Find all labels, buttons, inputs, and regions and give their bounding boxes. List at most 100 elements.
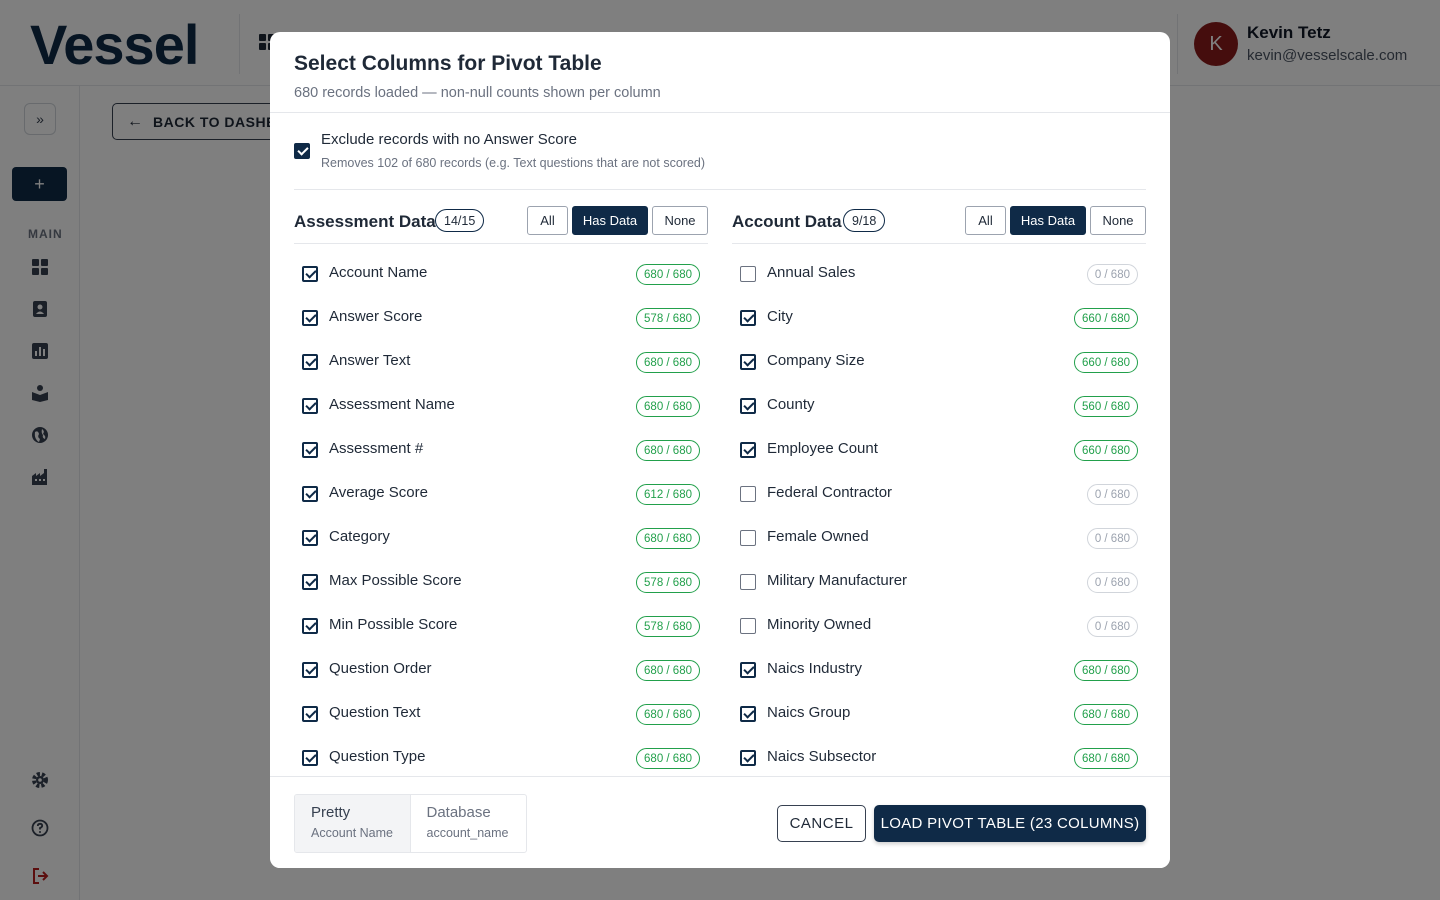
column-row[interactable]: Max Possible Score 578 / 680 — [294, 560, 708, 604]
section-header: Account Data 9/18 All Has Data None — [732, 206, 1146, 244]
column-checkbox[interactable] — [302, 398, 318, 414]
column-label[interactable]: City — [767, 308, 793, 325]
select-all-button[interactable]: All — [965, 206, 1006, 235]
column-checkbox[interactable] — [302, 354, 318, 370]
column-row[interactable]: Question Type 680 / 680 — [294, 736, 708, 776]
column-checkbox[interactable] — [740, 398, 756, 414]
column-row[interactable]: Minority Owned 0 / 680 — [732, 604, 1146, 648]
select-has-data-button[interactable]: Has Data — [1010, 206, 1086, 235]
column-row[interactable]: Assessment # 680 / 680 — [294, 428, 708, 472]
column-checkbox[interactable] — [302, 706, 318, 722]
column-label[interactable]: Assessment # — [329, 440, 423, 457]
column-label[interactable]: Answer Text — [329, 352, 410, 369]
select-none-button[interactable]: None — [652, 206, 708, 235]
column-row[interactable]: Average Score 612 / 680 — [294, 472, 708, 516]
column-row[interactable]: Answer Score 578 / 680 — [294, 296, 708, 340]
select-columns-dialog: Select Columns for Pivot Table 680 recor… — [270, 32, 1170, 868]
column-checkbox[interactable] — [740, 354, 756, 370]
column-label[interactable]: Naics Industry — [767, 660, 862, 677]
column-label[interactable]: Question Type — [329, 748, 425, 765]
column-label[interactable]: Answer Score — [329, 308, 422, 325]
column-row[interactable]: Question Text 680 / 680 — [294, 692, 708, 736]
column-label[interactable]: County — [767, 396, 815, 413]
column-label[interactable]: Company Size — [767, 352, 865, 369]
column-label[interactable]: Average Score — [329, 484, 428, 501]
column-checkbox[interactable] — [740, 310, 756, 326]
load-pivot-table-button[interactable]: LOAD PIVOT TABLE (23 COLUMNS) — [874, 805, 1146, 842]
exclude-no-score-checkbox[interactable] — [294, 143, 310, 159]
non-null-count-badge: 578 / 680 — [636, 572, 700, 593]
non-null-count-badge: 680 / 680 — [1074, 704, 1138, 725]
select-none-button[interactable]: None — [1090, 206, 1146, 235]
dialog-subtitle: 680 records loaded — non-null counts sho… — [294, 85, 661, 101]
column-row[interactable]: County 560 / 680 — [732, 384, 1146, 428]
column-row[interactable]: Naics Subsector 680 / 680 — [732, 736, 1146, 776]
column-label[interactable]: Min Possible Score — [329, 616, 457, 633]
non-null-count-badge: 680 / 680 — [1074, 660, 1138, 681]
column-row[interactable]: City 660 / 680 — [732, 296, 1146, 340]
column-row[interactable]: Naics Group 680 / 680 — [732, 692, 1146, 736]
column-checkbox[interactable] — [302, 310, 318, 326]
column-checkbox[interactable] — [740, 442, 756, 458]
column-label[interactable]: Annual Sales — [767, 264, 855, 281]
non-null-count-badge: 0 / 680 — [1086, 484, 1138, 505]
column-row[interactable]: Category 680 / 680 — [294, 516, 708, 560]
column-row[interactable]: Assessment Name 680 / 680 — [294, 384, 708, 428]
column-label[interactable]: Category — [329, 528, 390, 545]
column-row[interactable]: Account Name 680 / 680 — [294, 252, 708, 296]
column-label[interactable]: Minority Owned — [767, 616, 871, 633]
database-format-option[interactable]: Database account_name — [411, 795, 527, 852]
column-checkbox[interactable] — [302, 486, 318, 502]
column-checkbox[interactable] — [740, 750, 756, 766]
column-checkbox[interactable] — [740, 266, 756, 282]
column-row[interactable]: Military Manufacturer 0 / 680 — [732, 560, 1146, 604]
column-row[interactable]: Naics Industry 680 / 680 — [732, 648, 1146, 692]
column-checkbox[interactable] — [740, 706, 756, 722]
pretty-format-option[interactable]: Pretty Account Name — [295, 795, 411, 852]
cancel-button[interactable]: CANCEL — [777, 805, 866, 842]
column-label[interactable]: Employee Count — [767, 440, 878, 457]
column-checkbox[interactable] — [740, 618, 756, 634]
column-checkbox[interactable] — [740, 662, 756, 678]
dialog-body[interactable]: Exclude records with no Answer Score Rem… — [270, 113, 1170, 776]
column-row[interactable]: Federal Contractor 0 / 680 — [732, 472, 1146, 516]
divider — [294, 189, 1146, 190]
column-checkbox[interactable] — [302, 574, 318, 590]
column-row[interactable]: Female Owned 0 / 680 — [732, 516, 1146, 560]
column-row[interactable]: Company Size 660 / 680 — [732, 340, 1146, 384]
column-label[interactable]: Assessment Name — [329, 396, 455, 413]
non-null-count-badge: 680 / 680 — [636, 660, 700, 681]
column-row[interactable]: Employee Count 660 / 680 — [732, 428, 1146, 472]
dialog-title: Select Columns for Pivot Table — [294, 52, 602, 75]
select-all-button[interactable]: All — [527, 206, 568, 235]
select-has-data-button[interactable]: Has Data — [572, 206, 648, 235]
option-example: Account Name — [311, 826, 393, 840]
column-label[interactable]: Question Text — [329, 704, 420, 721]
exclude-no-score-label[interactable]: Exclude records with no Answer Score — [321, 131, 577, 148]
column-checkbox[interactable] — [740, 574, 756, 590]
section-header: Assessment Data 14/15 All Has Data None — [294, 206, 708, 244]
column-row[interactable]: Min Possible Score 578 / 680 — [294, 604, 708, 648]
column-row[interactable]: Annual Sales 0 / 680 — [732, 252, 1146, 296]
column-checkbox[interactable] — [302, 530, 318, 546]
column-label[interactable]: Max Possible Score — [329, 572, 462, 589]
non-null-count-badge: 0 / 680 — [1086, 616, 1138, 637]
column-checkbox[interactable] — [740, 530, 756, 546]
column-label[interactable]: Naics Group — [767, 704, 850, 721]
column-label[interactable]: Question Order — [329, 660, 432, 677]
column-label[interactable]: Military Manufacturer — [767, 572, 907, 589]
column-row[interactable]: Question Order 680 / 680 — [294, 648, 708, 692]
non-null-count-badge: 660 / 680 — [1074, 352, 1138, 373]
column-label[interactable]: Naics Subsector — [767, 748, 876, 765]
column-checkbox[interactable] — [302, 662, 318, 678]
column-row[interactable]: Answer Text 680 / 680 — [294, 340, 708, 384]
column-checkbox[interactable] — [302, 750, 318, 766]
column-label[interactable]: Account Name — [329, 264, 427, 281]
column-checkbox[interactable] — [740, 486, 756, 502]
column-checkbox[interactable] — [302, 266, 318, 282]
column-label[interactable]: Female Owned — [767, 528, 869, 545]
column-checkbox[interactable] — [302, 442, 318, 458]
column-label[interactable]: Federal Contractor — [767, 484, 892, 501]
non-null-count-badge: 680 / 680 — [636, 704, 700, 725]
column-checkbox[interactable] — [302, 618, 318, 634]
